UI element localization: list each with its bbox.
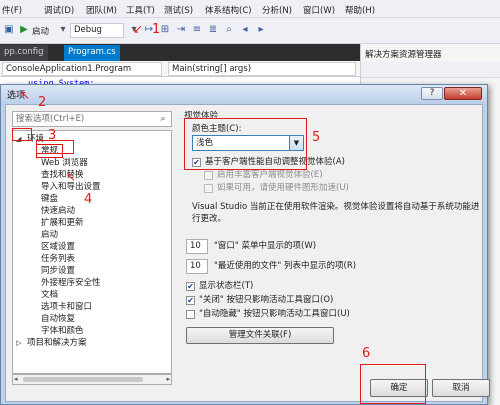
tree-item-fonts-colors[interactable]: 字体和颜色: [41, 325, 84, 337]
window-menu-count-label: "窗口" 菜单中显示的项(W): [214, 241, 317, 251]
tree-item-addin-security[interactable]: 外接程序安全性: [41, 277, 101, 289]
hw-accel-label[interactable]: 如果可用，请使用硬件图形加速(U): [217, 183, 349, 194]
software-rendering-info: Visual Studio 当前正在使用软件渲染。视觉体验设置将自动基于系统功能…: [192, 202, 480, 224]
tree-item-quick-launch[interactable]: 快速启动: [41, 205, 75, 217]
document-tabs: pp.config Program.cs: [0, 44, 360, 61]
menu-analyze[interactable]: 分析(N): [262, 4, 292, 16]
help-button[interactable]: ?: [421, 87, 443, 100]
tree-item-autorecover[interactable]: 自动恢复: [41, 313, 75, 325]
status-bar-label[interactable]: 显示状态栏(T): [199, 281, 253, 292]
menu-help[interactable]: 帮助(H): [345, 4, 375, 16]
annotation-box-ok: [360, 364, 426, 404]
nav-forward-icon[interactable]: ▸: [254, 23, 268, 37]
annotation-box-general: [36, 140, 74, 154]
configuration-combo[interactable]: Debug: [70, 23, 124, 38]
close-button-affects-label[interactable]: "关闭" 按钮只影响活动工具窗口(O): [199, 295, 333, 306]
tree-item-keyboard[interactable]: 键盘: [41, 193, 58, 205]
start-label[interactable]: 启动: [32, 25, 49, 37]
annotation-box-environment: [12, 128, 32, 141]
standard-toolbar: ▣ ▶ 启动 ▾ Debug ▾ ↦ ⊞ ⇥ ≡ ≣ ⌕ ◂ ▸: [0, 18, 500, 44]
uncomment-icon[interactable]: ≣: [206, 23, 220, 37]
autohide-affects-checkbox[interactable]: [186, 310, 195, 319]
recent-files-count-input[interactable]: 10: [186, 259, 208, 274]
menu-tools[interactable]: 工具(T): [126, 4, 155, 16]
tree-horizontal-scrollbar[interactable]: ◂ ▸: [12, 374, 172, 385]
options-tree: ◢ 环境 常规 Web 浏览器 查找和替换 导入和导出设置 键盘 快速启动 扩展…: [12, 130, 172, 374]
cancel-button[interactable]: 取消: [432, 379, 490, 397]
collapsed-arrow-icon[interactable]: ▷: [16, 337, 21, 349]
tab-program-cs[interactable]: Program.cs: [64, 45, 120, 61]
tree-item-projects-solutions[interactable]: 项目和解决方案: [27, 337, 87, 349]
hw-accel-checkbox[interactable]: [204, 184, 213, 193]
annotation-arrow-icon: ↖: [66, 170, 77, 184]
new-file-icon[interactable]: ▣: [2, 23, 16, 37]
tree-item-web-browser[interactable]: Web 浏览器: [41, 157, 88, 169]
tree-item-startup[interactable]: 启动: [41, 229, 58, 241]
scroll-right-icon[interactable]: ▸: [166, 375, 170, 384]
dropdown-icon[interactable]: ▾: [56, 23, 70, 37]
solution-toolbar: [361, 62, 500, 78]
menu-window[interactable]: 窗口(W): [303, 4, 335, 16]
dialog-titlebar[interactable]: 选项 ? ✕: [1, 85, 487, 102]
menu-architecture[interactable]: 体系结构(C): [205, 4, 252, 16]
close-button[interactable]: ✕: [444, 87, 482, 100]
annotation-number-4: 4: [84, 192, 93, 207]
menu-file[interactable]: 件(F): [2, 4, 22, 16]
close-button-affects-checkbox[interactable]: ✔: [186, 296, 195, 305]
search-options-input[interactable]: 搜索选项(Ctrl+E) ⌕: [12, 111, 172, 127]
search-icon[interactable]: ⌕: [157, 112, 169, 126]
window-menu-count-input[interactable]: 10: [186, 239, 208, 254]
type-combo[interactable]: ConsoleApplication1.Program: [2, 62, 162, 76]
member-combo[interactable]: Main(string[] args): [168, 62, 356, 76]
annotation-number-1: 1: [152, 22, 161, 37]
scroll-thumb[interactable]: [23, 377, 143, 382]
solution-explorer-title: 解决方案资源管理器: [365, 50, 442, 60]
navigation-bar: ConsoleApplication1.Program Main(string[…: [0, 61, 360, 77]
nav-back-icon[interactable]: ◂: [238, 23, 252, 37]
tree-item-regional[interactable]: 区域设置: [41, 241, 75, 253]
menu-debug[interactable]: 调试(D): [44, 4, 74, 16]
search-placeholder: 搜索选项(Ctrl+E): [16, 114, 85, 124]
annotation-number-6: 6: [362, 346, 371, 361]
menu-team[interactable]: 团队(M): [86, 4, 117, 16]
tree-item-tabs-windows[interactable]: 选项卡和窗口: [41, 301, 92, 313]
tree-item-sync[interactable]: 同步设置: [41, 265, 75, 277]
menu-bar: 件(F) 调试(D) 团队(M) 工具(T) 测试(S) 体系结构(C) 分析(…: [0, 0, 500, 18]
tree-item-task-list[interactable]: 任务列表: [41, 253, 75, 265]
annotation-box-color-theme: [184, 118, 307, 170]
find-icon[interactable]: ⌕: [222, 23, 236, 37]
annotation-arrow-icon: ↖: [20, 88, 31, 102]
recent-files-count-label: "最近使用的文件" 列表中显示的项(R): [214, 261, 357, 271]
comment-icon[interactable]: ≡: [190, 23, 204, 37]
manage-file-associations-button[interactable]: 管理文件关联(F): [186, 327, 334, 344]
tab-app-config[interactable]: pp.config: [0, 45, 48, 61]
rich-client-checkbox[interactable]: [204, 171, 213, 180]
tree-item-documents[interactable]: 文档: [41, 289, 58, 301]
annotation-arrow-icon: ↙: [133, 22, 144, 36]
annotation-number-2: 2: [38, 95, 47, 110]
menu-test[interactable]: 测试(S): [164, 4, 193, 16]
autohide-affects-label[interactable]: "自动隐藏" 按钮只影响活动工具窗口(U): [199, 309, 350, 320]
tree-item-find-replace[interactable]: 查找和替换: [41, 169, 84, 181]
annotation-number-5: 5: [312, 130, 321, 145]
scroll-left-icon[interactable]: ◂: [14, 375, 18, 384]
status-bar-checkbox[interactable]: ✔: [186, 282, 195, 291]
tree-item-extensions[interactable]: 扩展和更新: [41, 217, 84, 229]
indent-icon[interactable]: ⇥: [174, 23, 188, 37]
rich-client-label[interactable]: 启用丰富客户端视觉体验(E): [217, 170, 323, 181]
start-icon[interactable]: ▶: [17, 23, 31, 37]
